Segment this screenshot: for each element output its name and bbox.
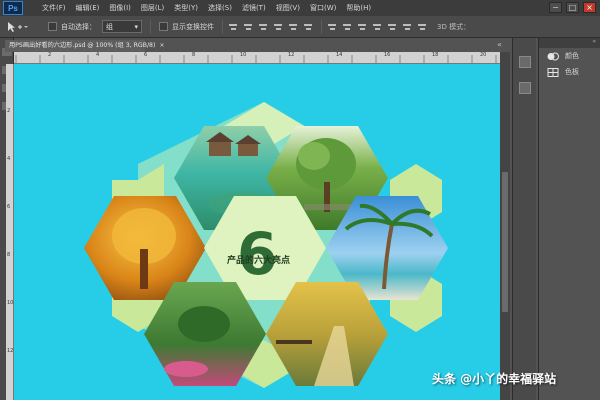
ruler-label: 6 bbox=[7, 204, 11, 210]
align-top-icon[interactable] bbox=[228, 22, 238, 32]
align-bottom-icon[interactable] bbox=[258, 22, 268, 32]
ruler-label: 12 bbox=[7, 348, 14, 354]
distribute-vcenter-icon[interactable] bbox=[342, 22, 352, 32]
ruler-label: 12 bbox=[288, 52, 295, 58]
menu-layer[interactable]: 图层(L) bbox=[136, 0, 169, 16]
swatches-icon bbox=[547, 67, 559, 77]
menu-image[interactable]: 图像(I) bbox=[104, 0, 136, 16]
ruler-label: 16 bbox=[384, 52, 391, 58]
divider bbox=[222, 19, 223, 34]
auto-select-value: 组 bbox=[106, 22, 113, 31]
ruler-label: 6 bbox=[144, 52, 148, 58]
ruler-label: 10 bbox=[240, 52, 247, 58]
distribute-bottom-icon[interactable] bbox=[357, 22, 367, 32]
menu-window[interactable]: 窗口(W) bbox=[305, 0, 341, 16]
distribute-left-icon[interactable] bbox=[372, 22, 382, 32]
ruler-label: 2 bbox=[48, 52, 52, 58]
distribute-hcenter-icon[interactable] bbox=[387, 22, 397, 32]
properties-icon[interactable] bbox=[519, 82, 531, 94]
menu-bar: Ps 文件(F) 编辑(E) 图像(I) 图层(L) 类型(Y) 选择(S) 滤… bbox=[0, 0, 600, 16]
hexagon-artwork: 6 产品的六大亮点 bbox=[84, 102, 448, 388]
vertical-scrollbar[interactable] bbox=[500, 52, 510, 400]
panel-dock: « 颜色 色板 bbox=[538, 38, 600, 400]
auto-select-dropdown[interactable]: 组 ▾ bbox=[102, 20, 142, 33]
center-text: 产品的六大亮点 bbox=[227, 254, 290, 266]
distribute-right-icon[interactable] bbox=[402, 22, 412, 32]
maximize-button[interactable]: □ bbox=[566, 2, 579, 13]
menu-type[interactable]: 类型(Y) bbox=[169, 0, 203, 16]
collapse-panels-icon[interactable]: « bbox=[497, 40, 502, 49]
photoshop-window: Ps 文件(F) 编辑(E) 图像(I) 图层(L) 类型(Y) 选择(S) 滤… bbox=[0, 0, 600, 400]
ruler-vertical[interactable]: 2 4 6 8 10 12 bbox=[6, 64, 14, 400]
auto-select-label: 自动选择： bbox=[61, 22, 96, 31]
panel-label-swatches: 色板 bbox=[565, 68, 579, 76]
history-icon[interactable] bbox=[519, 56, 531, 68]
minimize-button[interactable]: − bbox=[549, 2, 562, 13]
align-vcenter-icon[interactable] bbox=[243, 22, 253, 32]
scrollbar-thumb[interactable] bbox=[502, 172, 508, 312]
ruler-label: 14 bbox=[336, 52, 343, 58]
menu-filter[interactable]: 滤镜(T) bbox=[237, 0, 271, 16]
panel-label-color: 颜色 bbox=[565, 52, 579, 60]
document-tab[interactable]: 用PS画出好看的六边形.psd @ 100% (组 3, RGB/8) × bbox=[5, 40, 165, 52]
panel-header: « bbox=[539, 38, 600, 48]
ruler-label: 8 bbox=[7, 252, 11, 258]
ruler-ticks bbox=[15, 55, 497, 63]
ruler-label: 10 bbox=[7, 300, 14, 306]
auto-select-checkbox[interactable] bbox=[48, 22, 57, 31]
menu-file[interactable]: 文件(F) bbox=[37, 0, 71, 16]
menu-select[interactable]: 选择(S) bbox=[203, 0, 237, 16]
ruler-label: 2 bbox=[7, 108, 11, 114]
ruler-label: 8 bbox=[192, 52, 196, 58]
ruler-label: 18 bbox=[432, 52, 439, 58]
menu-edit[interactable]: 编辑(E) bbox=[71, 0, 105, 16]
close-button[interactable]: × bbox=[583, 2, 596, 13]
move-tool-icon[interactable] bbox=[6, 19, 40, 35]
watermark: 头条 @小丫的幸福驿站 bbox=[432, 372, 557, 386]
collapsed-dock bbox=[512, 38, 536, 400]
document-canvas[interactable]: 6 产品的六大亮点 bbox=[14, 64, 500, 400]
ruler-horizontal[interactable]: 2 4 6 8 10 12 14 16 18 20 bbox=[14, 52, 500, 64]
menu-list: 文件(F) 编辑(E) 图像(I) 图层(L) 类型(Y) 选择(S) 滤镜(T… bbox=[37, 0, 376, 16]
divider bbox=[150, 19, 151, 34]
move-arrow-icon bbox=[8, 21, 28, 32]
panel-item-color[interactable]: 颜色 bbox=[539, 48, 600, 64]
ruler-label: 4 bbox=[7, 156, 11, 162]
menu-view[interactable]: 视图(V) bbox=[271, 0, 305, 16]
options-bar: 自动选择： 组 ▾ 显示变换控件 3D 模式： bbox=[0, 16, 600, 38]
document-tab-title: 用PS画出好看的六边形.psd @ 100% (组 3, RGB/8) bbox=[9, 42, 156, 49]
distribute-top-icon[interactable] bbox=[327, 22, 337, 32]
chevron-down-icon: ▾ bbox=[134, 22, 138, 31]
photoshop-logo: Ps bbox=[3, 1, 23, 15]
3d-mode-label: 3D 模式： bbox=[437, 22, 471, 31]
align-right-icon[interactable] bbox=[303, 22, 313, 32]
align-left-icon[interactable] bbox=[273, 22, 283, 32]
menu-help[interactable]: 帮助(H) bbox=[341, 0, 376, 16]
close-tab-icon[interactable]: × bbox=[159, 40, 164, 52]
panel-item-swatches[interactable]: 色板 bbox=[539, 64, 600, 80]
show-transform-checkbox[interactable] bbox=[159, 22, 168, 31]
ruler-label: 4 bbox=[96, 52, 100, 58]
show-transform-label: 显示变换控件 bbox=[172, 22, 214, 31]
window-controls: − □ × bbox=[545, 2, 596, 13]
align-hcenter-icon[interactable] bbox=[288, 22, 298, 32]
divider bbox=[321, 19, 322, 34]
auto-align-icon[interactable] bbox=[417, 22, 427, 32]
color-wheel-icon bbox=[547, 52, 559, 60]
center-number: 6 bbox=[237, 220, 277, 288]
ruler-label: 20 bbox=[480, 52, 487, 58]
